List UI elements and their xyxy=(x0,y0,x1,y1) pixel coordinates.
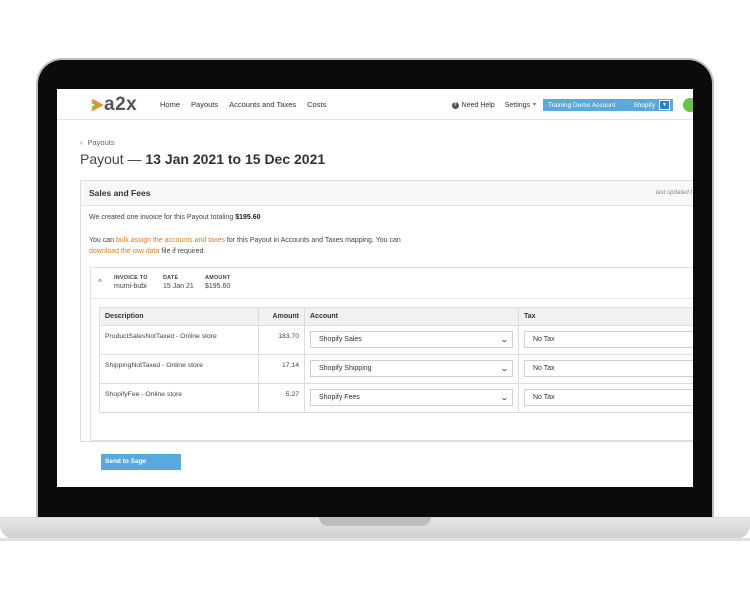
download-raw-data-link[interactable]: download the raw data xyxy=(89,248,159,255)
account-select-value: Shopify Fees xyxy=(319,394,360,401)
invoice-amount-label: AMOUNT xyxy=(205,275,231,281)
row-description: ShopifyFee - Online store xyxy=(99,383,259,413)
invoice-box: ^ INVOICE TO mumi-bubi DATE 15 Jan 21 AM… xyxy=(90,267,693,441)
invoice-to-value: mumi-bubi xyxy=(114,283,147,290)
download-pre: can xyxy=(389,237,401,244)
need-help-label: Need Help xyxy=(461,101,495,109)
logo-arrow-icon xyxy=(91,98,103,112)
need-help-link[interactable]: ? Need Help xyxy=(451,101,495,109)
account-right: Shopify ▼ xyxy=(633,100,670,110)
invoice-date-col: DATE 15 Jan 21 xyxy=(163,275,194,290)
table-row: ShopifyFee - Online store 5.27 Shopify F… xyxy=(99,383,693,413)
chevron-up-icon[interactable]: ^ xyxy=(98,278,102,287)
account-platform: Shopify xyxy=(633,101,655,109)
bulk-assign-link[interactable]: bulk assign the accounts and taxes xyxy=(116,237,225,244)
col-account: Account xyxy=(304,307,519,326)
account-name: Training Demo Account xyxy=(548,101,616,109)
breadcrumb-payouts: Payouts xyxy=(87,138,115,147)
invoice-to-label: INVOICE TO xyxy=(114,275,148,281)
card-title: Sales and Fees xyxy=(89,188,151,198)
nav-payouts[interactable]: Payouts xyxy=(191,100,218,109)
nav-costs[interactable]: Costs xyxy=(307,100,326,109)
nav-home[interactable]: Home xyxy=(160,100,180,109)
chevron-down-icon: ⌄ xyxy=(499,335,510,344)
tax-cell: No Tax xyxy=(518,325,693,355)
account-select[interactable]: Shopify Sales ⌄ xyxy=(310,331,513,348)
page-title-prefix: Payout — xyxy=(80,151,142,167)
invoice-date-label: DATE xyxy=(163,275,179,281)
invoice-amount-value: $195.60 xyxy=(205,283,231,290)
row-amount: 5.27 xyxy=(258,383,305,413)
account-cell: Shopify Fees ⌄ xyxy=(304,383,519,413)
sales-fees-card: Sales and Fees last updated t We created… xyxy=(80,180,693,442)
account-select-value: Shopify Sales xyxy=(319,336,362,343)
user-avatar[interactable] xyxy=(683,98,693,112)
account-select-value: Shopify Shipping xyxy=(319,365,372,372)
invoice-total: $195.60 xyxy=(235,214,261,221)
caret-down-icon: ▼ xyxy=(532,102,537,108)
account-select[interactable]: Shopify Fees ⌄ xyxy=(310,389,513,406)
tax-cell: No Tax xyxy=(518,383,693,413)
invoice-to-col: INVOICE TO mumi-bubi xyxy=(114,275,148,290)
last-updated: last updated t xyxy=(655,190,692,196)
invoice-summary-text: We created one invoice for this Payout t… xyxy=(89,214,261,221)
send-to-sage-button[interactable]: Send to Sage xyxy=(101,454,181,470)
account-cell: Shopify Sales ⌄ xyxy=(304,325,519,355)
breadcrumb[interactable]: ‹ Payouts xyxy=(80,138,115,147)
invoice-amount-col: AMOUNT $195.60 xyxy=(205,275,230,290)
tax-cell: No Tax xyxy=(518,354,693,384)
row-amount: 183.70 xyxy=(258,325,305,355)
tax-select-value: No Tax xyxy=(533,394,555,401)
col-tax: Tax xyxy=(518,307,693,326)
account-selector[interactable]: Training Demo Account Shopify ▼ xyxy=(543,99,673,111)
settings-label: Settings xyxy=(504,101,531,109)
table-row: ProductSalesNotTaxed - Online store 183.… xyxy=(99,325,693,355)
chevron-left-icon: ‹ xyxy=(80,138,83,147)
row-description: ShippingNotTaxed - Online store xyxy=(99,354,259,384)
invoice-text: We created one invoice for this Payout t… xyxy=(89,214,234,221)
row-amount: 17.14 xyxy=(258,354,305,384)
invoice-date-value: 15 Jan 21 xyxy=(163,283,194,290)
invoice-summary-row: ^ INVOICE TO mumi-bubi DATE 15 Jan 21 AM… xyxy=(91,268,693,299)
bulk-post: for this Payout in Accounts and Taxes ma… xyxy=(226,237,388,244)
account-cell: Shopify Shipping ⌄ xyxy=(304,354,519,384)
chevron-down-icon: ⌄ xyxy=(499,364,510,373)
account-select[interactable]: Shopify Shipping ⌄ xyxy=(310,360,513,377)
table-row: ShippingNotTaxed - Online store 17.14 Sh… xyxy=(99,354,693,384)
top-nav: a2x Home Payouts Accounts and Taxes Cost… xyxy=(57,89,693,120)
dropdown-arrow-icon: ▼ xyxy=(659,100,670,110)
tax-select-value: No Tax xyxy=(533,336,555,343)
col-amount: Amount xyxy=(258,307,305,326)
main-nav: Home Payouts Accounts and Taxes Costs xyxy=(160,100,326,109)
tax-select[interactable]: No Tax xyxy=(524,331,693,348)
laptop-shadow xyxy=(0,538,750,541)
card-header: Sales and Fees last updated t xyxy=(81,181,693,206)
chevron-down-icon: ⌄ xyxy=(499,393,510,402)
tax-select[interactable]: No Tax xyxy=(524,389,693,406)
app-screen: a2x Home Payouts Accounts and Taxes Cost… xyxy=(57,89,693,487)
download-post: file if required. xyxy=(161,248,206,255)
nav-accounts-taxes[interactable]: Accounts and Taxes xyxy=(229,100,296,109)
row-description: ProductSalesNotTaxed - Online store xyxy=(99,325,259,355)
page-title: Payout — 13 Jan 2021 to 15 Dec 2021 xyxy=(80,151,325,167)
col-description: Description xyxy=(99,307,259,326)
bulk-assign-text: You can bulk assign the accounts and tax… xyxy=(89,235,419,257)
laptop-notch xyxy=(319,517,431,526)
tax-select[interactable]: No Tax xyxy=(524,360,693,377)
page-title-range: 13 Jan 2021 to 15 Dec 2021 xyxy=(145,151,326,167)
settings-menu[interactable]: Settings ▼ xyxy=(505,102,537,109)
table-header-row: Description Amount Account Tax xyxy=(99,307,693,326)
a2x-logo[interactable]: a2x xyxy=(91,95,137,115)
nav-right: ? Need Help Settings ▼ Training Demo Acc… xyxy=(451,98,693,112)
tax-select-value: No Tax xyxy=(533,365,555,372)
logo-text: a2x xyxy=(104,94,138,115)
bulk-pre: You can xyxy=(89,237,115,244)
line-items-table: Description Amount Account Tax ProductSa… xyxy=(99,307,693,413)
question-icon: ? xyxy=(451,101,459,109)
